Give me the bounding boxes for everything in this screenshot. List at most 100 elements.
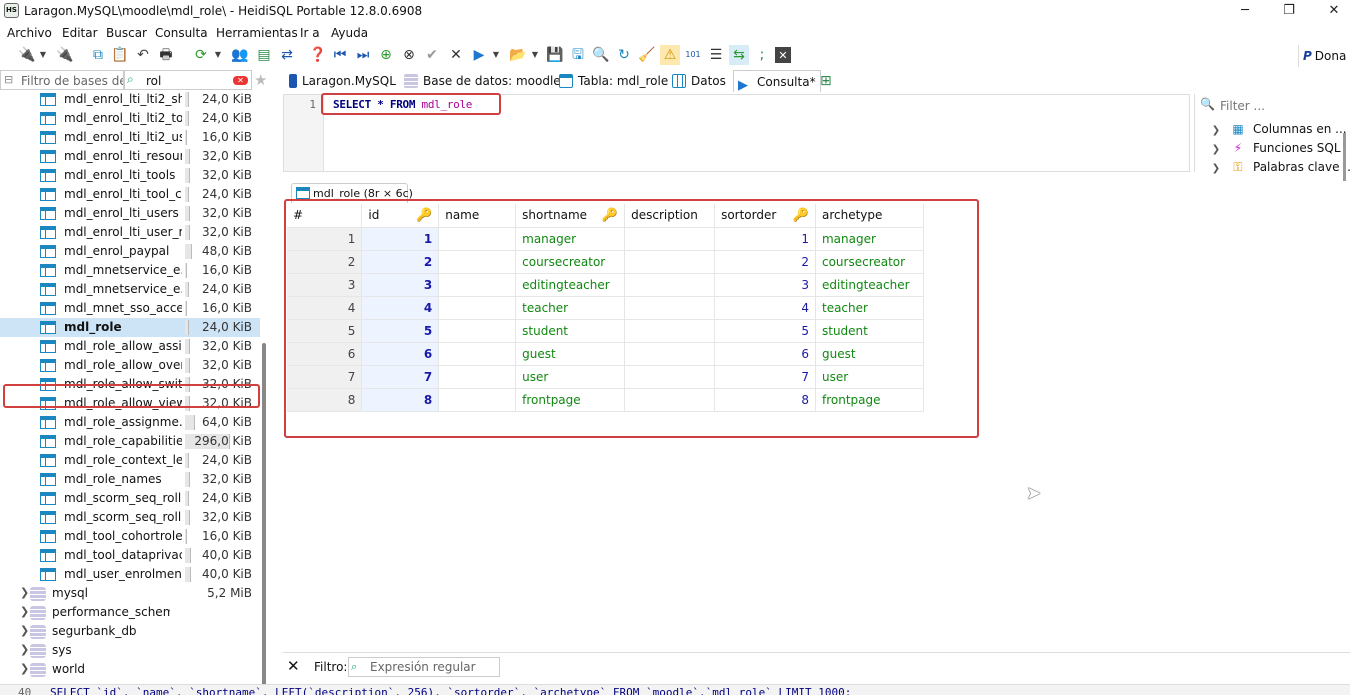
tree-table-item[interactable]: mdl_scorm_seq_roll... 24,0 KiB [0, 489, 260, 508]
wrap-text-icon[interactable]: ☰ [706, 45, 726, 65]
tab-table[interactable]: Tabla: mdl_role [559, 70, 668, 92]
tree-table-item[interactable]: mdl_scorm_seq_roll... 32,0 KiB [0, 508, 260, 527]
tree-table-item[interactable]: mdl_enrol_lti_lti2_to... 24,0 KiB [0, 109, 260, 128]
tree-table-item[interactable]: mdl_role 24,0 KiB [0, 318, 260, 337]
menu-buscar[interactable]: Buscar [106, 24, 147, 42]
chevron-right-icon[interactable]: ❯ [20, 586, 29, 599]
help-scrollbar[interactable] [1343, 133, 1346, 181]
menu-editar[interactable]: Editar [62, 24, 98, 42]
save-icon[interactable]: 💾 [545, 45, 565, 65]
dropdown-arrow-icon[interactable]: ▼ [213, 45, 223, 65]
add-row-icon[interactable]: ⊕ [376, 45, 396, 65]
tree-table-item[interactable]: mdl_role_assignme... 64,0 KiB [0, 413, 260, 432]
table-filter-input[interactable]: ⌕ rol ✕ [124, 70, 252, 90]
copy-icon[interactable]: ⧉ [88, 45, 108, 65]
minimize-button[interactable]: ─ [1235, 2, 1255, 20]
tree-table-item[interactable]: mdl_user_enrolments 40,0 KiB [0, 565, 260, 584]
tree-table-item[interactable]: mdl_mnet_sso_acce... 16,0 KiB [0, 299, 260, 318]
run-query-icon[interactable]: ▶ [469, 45, 489, 65]
tree-table-item[interactable]: mdl_enrol_paypal 48,0 KiB [0, 242, 260, 261]
chevron-right-icon[interactable]: ❯ [20, 662, 29, 675]
tree-table-item[interactable]: mdl_tool_dataprivac... 40,0 KiB [0, 546, 260, 565]
tab-data-label: Datos [691, 74, 726, 88]
tree-table-item[interactable]: mdl_mnetservice_e... 16,0 KiB [0, 261, 260, 280]
tree-table-item[interactable]: mdl_role_capabilities 296,0 KiB [0, 432, 260, 451]
tree-table-item[interactable]: mdl_enrol_lti_lti2_us... 16,0 KiB [0, 128, 260, 147]
menu-ayuda[interactable]: Ayuda [331, 24, 368, 42]
close-window-button[interactable]: ✕ [1324, 2, 1344, 20]
menu-archivo[interactable]: Archivo [7, 24, 52, 42]
tree-scrollbar[interactable] [262, 343, 266, 695]
binary-icon[interactable]: 101 [683, 45, 703, 65]
tree-table-item[interactable]: mdl_enrol_lti_users 32,0 KiB [0, 204, 260, 223]
tab-query[interactable]: ▶ Consulta* [733, 70, 821, 93]
replace-icon[interactable]: ↻ [614, 45, 634, 65]
help-filter-input[interactable]: 🔍 Filter ... [1198, 96, 1350, 114]
help-item-columns[interactable]: ❯ ▦ Columnas en ... [1209, 120, 1347, 138]
close-filter-icon[interactable]: ✕ [287, 657, 300, 675]
tree-table-item[interactable]: mdl_enrol_lti_resour... 32,0 KiB [0, 147, 260, 166]
save-as-icon[interactable]: 🖫 [568, 45, 588, 65]
semicolon-icon[interactable]: ; [752, 45, 772, 65]
tree-database-item[interactable]: ❯ performance_schema [0, 603, 260, 622]
paste-icon[interactable]: 📋 [110, 45, 130, 65]
help-item-keywords[interactable]: ❯ ⚿ Palabras clave ... [1209, 158, 1350, 176]
new-query-tab-icon[interactable]: ⊞ [820, 70, 832, 92]
tree-table-item[interactable]: mdl_role_allow_over... 32,0 KiB [0, 356, 260, 375]
open-folder-icon[interactable]: 📂 [508, 45, 528, 65]
clear-icon[interactable]: 🧹 [637, 45, 657, 65]
chevron-right-icon[interactable]: ❯ [20, 643, 29, 656]
menu-herramientas[interactable]: Herramientas [216, 24, 298, 42]
database-filter-input[interactable]: ⊟ Filtro de bases de d [0, 70, 124, 90]
tree-table-item[interactable]: mdl_role_names 32,0 KiB [0, 470, 260, 489]
favorite-star-icon[interactable]: ★ [254, 71, 267, 89]
tree-table-item[interactable]: mdl_enrol_lti_tools 32,0 KiB [0, 166, 260, 185]
chevron-right-icon[interactable]: ❯ [20, 605, 29, 618]
sync-icon[interactable]: ⇄ [277, 45, 297, 65]
tree-table-item[interactable]: mdl_enrol_lti_tool_c... 24,0 KiB [0, 185, 260, 204]
warning-icon[interactable]: ⚠ [660, 45, 680, 65]
refresh-icon[interactable]: ⟳ [191, 45, 211, 65]
tab-data[interactable]: Datos [672, 70, 726, 92]
post-changes-icon[interactable]: ✔ [422, 45, 442, 65]
auto-refresh-icon[interactable]: ⇆ [729, 45, 749, 65]
export-icon[interactable]: ▤ [254, 45, 274, 65]
tree-database-item[interactable]: ❯ mysql 5,2 MiB [0, 584, 260, 603]
user-manager-icon[interactable]: 👥 [230, 45, 250, 65]
maximize-button[interactable]: ❐ [1279, 2, 1299, 20]
dropdown-arrow-icon[interactable]: ▼ [491, 45, 501, 65]
close-tab-icon[interactable]: ✕ [775, 47, 791, 63]
last-record-icon[interactable]: ⏭ [353, 45, 373, 65]
help-icon[interactable]: ❓ [308, 45, 328, 65]
donate-button[interactable]: P Dona [1298, 45, 1350, 67]
tree-database-item[interactable]: ❯ segurbank_db [0, 622, 260, 641]
tree-database-item[interactable]: ❯ world [0, 660, 260, 679]
clear-filter-icon[interactable]: ✕ [233, 76, 248, 85]
tree-table-item[interactable]: mdl_enrol_lti_user_r... 32,0 KiB [0, 223, 260, 242]
tab-host[interactable]: Laragon.MySQL [287, 70, 396, 92]
tab-database[interactable]: Base de datos: moodle [404, 70, 561, 92]
tree-table-item[interactable]: mdl_mnetservice_e... 24,0 KiB [0, 280, 260, 299]
find-icon[interactable]: 🔍 [591, 45, 611, 65]
tree-table-item[interactable]: mdl_role_context_le... 24,0 KiB [0, 451, 260, 470]
undo-icon[interactable]: ↶ [133, 45, 153, 65]
print-icon[interactable]: 🖶 [156, 45, 176, 65]
chevron-right-icon[interactable]: ❯ [20, 624, 29, 637]
menu-consulta[interactable]: Consulta [155, 24, 208, 42]
disconnect-icon[interactable]: 🔌 [55, 45, 75, 65]
tree-table-item[interactable]: mdl_role_allow_assi... 32,0 KiB [0, 337, 260, 356]
tree-table-size: 16,0 KiB [202, 301, 252, 315]
menu-ir-a[interactable]: Ir a [300, 24, 320, 42]
tree-table-item[interactable]: mdl_tool_cohortroles 16,0 KiB [0, 527, 260, 546]
delete-row-icon[interactable]: ⊗ [399, 45, 419, 65]
dropdown-arrow-icon[interactable]: ▼ [530, 45, 540, 65]
tree-database-item[interactable]: ❯ sys [0, 641, 260, 660]
connect-icon[interactable]: 🔌 [17, 45, 37, 65]
first-record-icon[interactable]: ⏮ [330, 45, 350, 65]
dropdown-arrow-icon[interactable]: ▼ [38, 45, 48, 65]
sql-editor[interactable]: 1 SELECT * FROM mdl_role [283, 93, 1190, 172]
cancel-changes-icon[interactable]: ✕ [446, 45, 466, 65]
filter-regex-input[interactable]: ⌕ Expresión regular [348, 657, 500, 677]
help-item-functions[interactable]: ❯ ⚡ Funciones SQL [1209, 139, 1341, 157]
tree-table-item[interactable]: mdl_enrol_lti_lti2_sh... 24,0 KiB [0, 90, 260, 109]
